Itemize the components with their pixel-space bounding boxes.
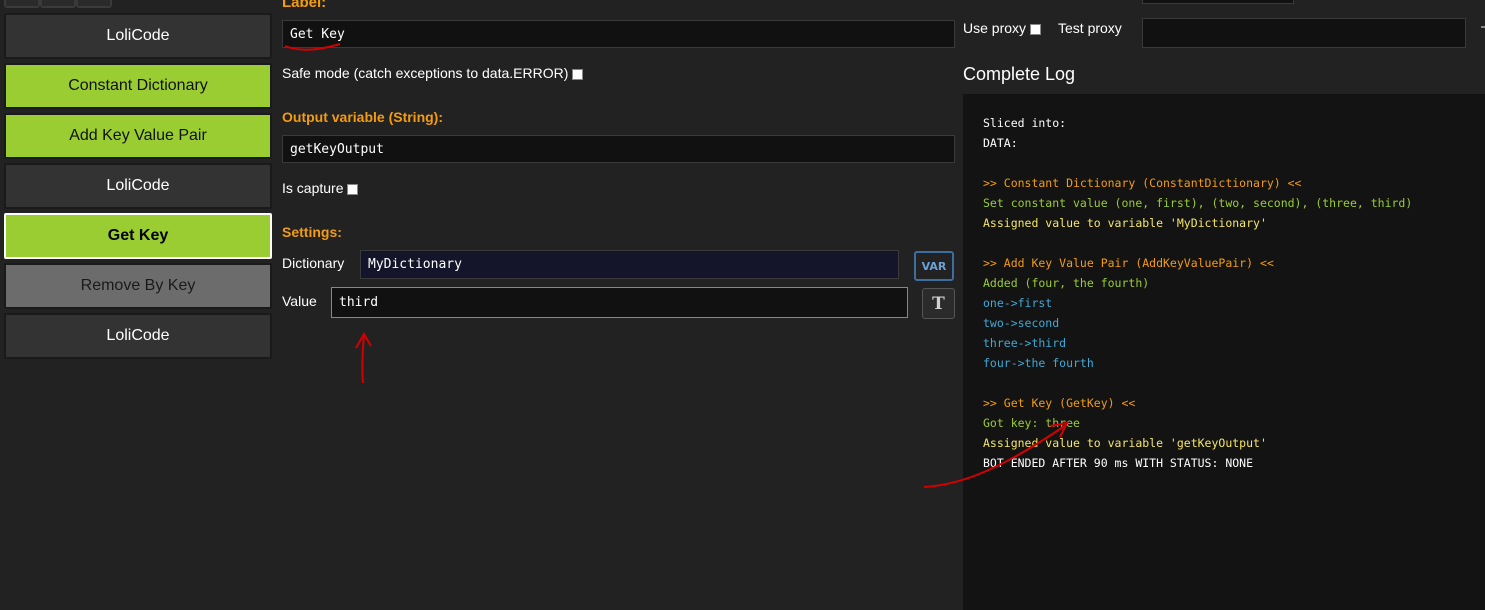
safe-mode-checkbox[interactable] bbox=[572, 68, 584, 80]
block-label: LoliCode bbox=[106, 27, 170, 44]
block-label: Get Key bbox=[107, 227, 169, 244]
log-line: Assigned value to variable 'getKeyOutput… bbox=[983, 436, 1267, 450]
settings-title: Settings: bbox=[282, 224, 342, 240]
block-label: LoliCode bbox=[106, 177, 170, 194]
log-line: two->second bbox=[983, 316, 1060, 330]
use-proxy-label: Use proxy bbox=[963, 20, 1027, 36]
is-capture-row: Is capture bbox=[282, 180, 359, 196]
test-proxy-input[interactable] bbox=[1142, 18, 1466, 48]
block-label: Constant Dictionary bbox=[68, 77, 208, 94]
log-line: four->the fourth bbox=[983, 356, 1094, 370]
output-variable-input[interactable]: getKeyOutput bbox=[282, 135, 955, 163]
block-list: LoliCode Constant Dictionary Add Key Value… bbox=[0, 0, 276, 610]
is-capture-checkbox[interactable] bbox=[347, 183, 359, 195]
block-label: Add Key Value Pair bbox=[69, 127, 207, 144]
log-line: Assigned value to variable 'MyDictionary… bbox=[983, 216, 1267, 230]
block-item[interactable]: Add Key Value Pair bbox=[4, 113, 272, 159]
value-input[interactable]: third bbox=[331, 287, 908, 318]
safe-mode-label: Safe mode (catch exceptions to data.ERRO… bbox=[282, 65, 569, 81]
block-item[interactable]: Remove By Key bbox=[4, 263, 272, 309]
use-proxy-row: Use proxy bbox=[963, 20, 1042, 36]
output-variable-title: Output variable (String): bbox=[282, 109, 443, 125]
var-mode-button[interactable]: VAR bbox=[914, 251, 954, 281]
text-mode-button[interactable]: T bbox=[922, 288, 955, 319]
label-input[interactable]: Get Key bbox=[282, 20, 955, 48]
log-line: Sliced into: bbox=[983, 116, 1067, 130]
log-line: one->first bbox=[983, 296, 1053, 310]
dictionary-input[interactable]: MyDictionary bbox=[360, 250, 899, 279]
block-item[interactable]: Constant Dictionary bbox=[4, 63, 272, 109]
toolbar-stub[interactable] bbox=[76, 0, 112, 8]
complete-log-panel: Sliced into: DATA: >> Constant Dictionary … bbox=[963, 94, 1485, 610]
use-proxy-checkbox[interactable] bbox=[1030, 23, 1042, 35]
edge-marker bbox=[1481, 26, 1485, 28]
value-label: Value bbox=[282, 293, 317, 309]
log-line: >> Add Key Value Pair (AddKeyValuePair) … bbox=[983, 256, 1274, 270]
toolbar-stub[interactable] bbox=[40, 0, 76, 8]
log-line: Got key: three bbox=[983, 416, 1080, 430]
log-line: Set constant value (one, first), (two, s… bbox=[983, 196, 1413, 210]
is-capture-label: Is capture bbox=[282, 180, 344, 196]
block-label: LoliCode bbox=[106, 327, 170, 344]
safe-mode-row: Safe mode (catch exceptions to data.ERRO… bbox=[282, 65, 584, 81]
block-item[interactable]: LoliCode bbox=[4, 13, 272, 59]
log-line: Added (four, the fourth) bbox=[983, 276, 1150, 290]
block-item[interactable]: LoliCode bbox=[4, 163, 272, 209]
block-item[interactable]: Get Key bbox=[4, 213, 272, 259]
log-line: BOT ENDED AFTER 90 ms WITH STATUS: NONE bbox=[983, 456, 1254, 470]
log-line: DATA: bbox=[983, 136, 1018, 150]
block-item[interactable]: LoliCode bbox=[4, 313, 272, 359]
log-line: >> Constant Dictionary (ConstantDictiona… bbox=[983, 176, 1302, 190]
label-title: Label: bbox=[282, 0, 327, 11]
log-line: >> Get Key (GetKey) << bbox=[983, 396, 1136, 410]
toolbar-stub[interactable] bbox=[4, 0, 40, 8]
log-line: three->third bbox=[983, 336, 1067, 350]
value-arrow-annotation bbox=[355, 332, 372, 384]
test-proxy-label: Test proxy bbox=[1058, 20, 1122, 36]
complete-log-title: Complete Log bbox=[963, 64, 1076, 84]
block-label: Remove By Key bbox=[80, 277, 196, 294]
dictionary-label: Dictionary bbox=[282, 255, 345, 271]
top-field-stub[interactable] bbox=[1142, 0, 1294, 4]
